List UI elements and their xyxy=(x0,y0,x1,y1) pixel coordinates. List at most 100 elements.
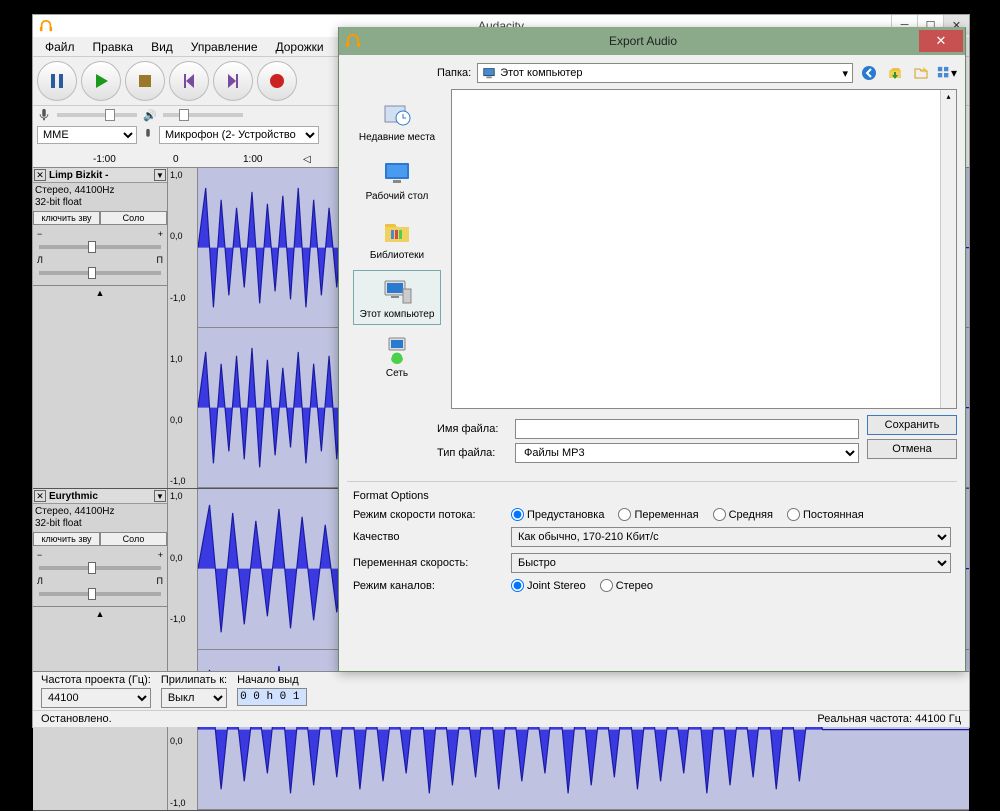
new-folder-button[interactable] xyxy=(911,63,931,83)
up-button[interactable] xyxy=(885,63,905,83)
project-rate-select[interactable]: 44100 xyxy=(41,688,151,708)
input-device-select[interactable]: Микрофон (2- Устройство xyxy=(159,126,319,144)
track-name[interactable]: Limp Bizkit - xyxy=(47,170,153,181)
folder-combo[interactable]: Этот компьютер ▾ xyxy=(477,63,853,83)
track-name[interactable]: Eurythmic xyxy=(47,491,153,502)
status-bar: Остановлено. Реальная частота: 44100 Гц xyxy=(33,710,969,727)
time-mark: -1:00 xyxy=(93,154,116,165)
bitrate-variable-radio[interactable]: Переменная xyxy=(618,508,698,521)
dialog-close-button[interactable]: ✕ xyxy=(919,30,963,52)
desktop-icon xyxy=(381,157,413,189)
vertical-ruler: 1,00,0-1,0 1,00,0-1,0 xyxy=(168,489,198,809)
menu-view[interactable]: Вид xyxy=(143,38,181,56)
export-dialog: Export Audio ✕ Папка: Этот компьютер ▾ ▾… xyxy=(338,27,966,672)
computer-icon xyxy=(381,275,413,307)
place-network[interactable]: Сеть xyxy=(353,329,441,384)
channel-mode-label: Режим каналов: xyxy=(353,580,503,592)
network-icon xyxy=(381,334,413,366)
time-mark: 1:00 xyxy=(243,154,262,165)
input-meter[interactable] xyxy=(57,113,137,117)
app-icon xyxy=(39,19,53,33)
mic-icon xyxy=(141,128,155,142)
vertical-ruler: 1,00,0-1,0 1,00,0-1,0 xyxy=(168,168,198,488)
track-menu-button[interactable]: ▼ xyxy=(154,169,166,181)
project-rate-label: Частота проекта (Гц): xyxy=(41,674,151,686)
track-close-button[interactable]: ✕ xyxy=(34,169,46,181)
selection-toolbar: Частота проекта (Гц): 44100 Прилипать к:… xyxy=(33,672,969,710)
menu-control[interactable]: Управление xyxy=(183,38,266,56)
places-panel: Недавние места Рабочий стол Библиотеки Э… xyxy=(347,89,447,409)
time-mark: 0 xyxy=(173,154,179,165)
output-meter[interactable] xyxy=(163,113,243,117)
format-options-group: Format Options Режим скорости потока: Пр… xyxy=(347,481,957,606)
vbr-label: Переменная скорость: xyxy=(353,557,503,569)
skip-start-button[interactable] xyxy=(169,61,209,101)
place-computer[interactable]: Этот компьютер xyxy=(353,270,441,325)
track-close-button[interactable]: ✕ xyxy=(34,490,46,502)
filetype-label: Тип файла: xyxy=(437,447,507,459)
bitrate-mode-label: Режим скорости потока: xyxy=(353,509,503,521)
menu-file[interactable]: Файл xyxy=(37,38,83,56)
bitrate-average-radio[interactable]: Средняя xyxy=(713,508,773,521)
solo-button[interactable]: Соло xyxy=(100,211,167,225)
snap-select[interactable]: Выкл xyxy=(161,688,227,708)
place-desktop[interactable]: Рабочий стол xyxy=(353,152,441,207)
track-control-panel: ✕ Limp Bizkit - ▼ Стерео, 44100Hz 32-bit… xyxy=(33,168,168,488)
place-recent[interactable]: Недавние места xyxy=(353,93,441,148)
channel-stereo-radio[interactable]: Стерео xyxy=(600,579,653,592)
channel-joint-radio[interactable]: Joint Stereo xyxy=(511,579,586,592)
pan-slider[interactable] xyxy=(39,592,161,596)
dialog-title: Export Audio xyxy=(367,34,919,48)
status-left: Остановлено. xyxy=(41,713,112,725)
snap-label: Прилипать к: xyxy=(161,674,227,686)
back-button[interactable] xyxy=(859,63,879,83)
files-scrollbar[interactable]: ▴ xyxy=(940,90,956,408)
mute-button[interactable]: ключить зву xyxy=(33,532,100,546)
playhead-icon: ◁ xyxy=(303,154,311,165)
folder-label: Папка: xyxy=(437,67,471,79)
track-menu-button[interactable]: ▼ xyxy=(154,490,166,502)
bitrate-constant-radio[interactable]: Постоянная xyxy=(787,508,864,521)
cancel-button[interactable]: Отмена xyxy=(867,439,957,459)
filename-input[interactable] xyxy=(515,419,859,439)
menu-edit[interactable]: Правка xyxy=(85,38,142,56)
quality-label: Качество xyxy=(353,531,503,543)
computer-icon xyxy=(482,66,496,80)
skip-end-button[interactable] xyxy=(213,61,253,101)
selection-label: Начало выд xyxy=(237,674,307,686)
status-right: Реальная частота: 44100 Гц xyxy=(817,713,961,725)
track-control-panel: ✕ Eurythmic ▼ Стерео, 44100Hz 32-bit flo… xyxy=(33,489,168,809)
dialog-icon xyxy=(345,33,361,49)
mute-button[interactable]: ключить зву xyxy=(33,211,100,225)
solo-button[interactable]: Соло xyxy=(100,532,167,546)
play-button[interactable] xyxy=(81,61,121,101)
format-options-legend: Format Options xyxy=(353,490,951,502)
mic-icon xyxy=(37,108,51,122)
track-collapse-button[interactable]: ▲ xyxy=(33,606,167,620)
bitrate-preset-radio[interactable]: Предустановка xyxy=(511,508,604,521)
libraries-icon xyxy=(381,216,413,248)
track-info: Стерео, 44100Hz 32-bit float xyxy=(33,183,167,211)
track-collapse-button[interactable]: ▲ xyxy=(33,285,167,299)
dialog-titlebar: Export Audio ✕ xyxy=(339,27,965,55)
gain-slider[interactable] xyxy=(39,566,161,570)
selection-start-input[interactable] xyxy=(237,688,307,706)
gain-slider[interactable] xyxy=(39,245,161,249)
pan-slider[interactable] xyxy=(39,271,161,275)
stop-button[interactable] xyxy=(125,61,165,101)
record-button[interactable] xyxy=(257,61,297,101)
place-libraries[interactable]: Библиотеки xyxy=(353,211,441,266)
speaker-icon: 🔊 xyxy=(143,109,157,122)
filetype-select[interactable]: Файлы MP3 xyxy=(515,443,859,463)
recent-icon xyxy=(381,98,413,130)
vbr-select[interactable]: Быстро xyxy=(511,553,951,573)
track-info: Стерео, 44100Hz 32-bit float xyxy=(33,504,167,532)
host-select[interactable]: MME xyxy=(37,126,137,144)
save-button[interactable]: Сохранить xyxy=(867,415,957,435)
filename-label: Имя файла: xyxy=(437,423,507,435)
pause-button[interactable] xyxy=(37,61,77,101)
menu-tracks[interactable]: Дорожки xyxy=(268,38,332,56)
view-menu-button[interactable]: ▾ xyxy=(937,63,957,83)
quality-select[interactable]: Как обычно, 170-210 Кбит/с xyxy=(511,527,951,547)
files-panel[interactable]: ▴ xyxy=(451,89,957,409)
